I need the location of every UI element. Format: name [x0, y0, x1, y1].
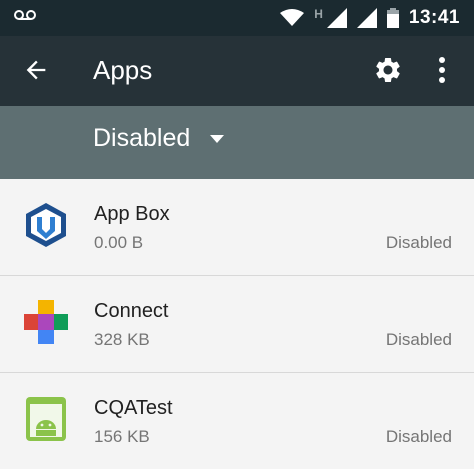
app-status: Disabled	[385, 330, 452, 349]
signal-icon	[326, 8, 347, 28]
app-name: App Box	[94, 203, 170, 225]
filter-selected-label: Disabled	[93, 124, 191, 152]
voicemail-icon	[14, 10, 36, 20]
gear-icon[interactable]	[373, 55, 403, 85]
page-title: Apps	[93, 55, 153, 85]
wifi-icon	[280, 9, 305, 26]
clock: 13:41	[408, 7, 460, 28]
app-name: Connect	[94, 300, 169, 322]
signal-icon-2	[356, 8, 377, 28]
filter-spinner[interactable]: Disabled	[93, 124, 225, 153]
battery-icon	[386, 8, 399, 28]
connect-icon	[24, 300, 68, 344]
android-icon	[26, 397, 66, 441]
app-list: App Box 0.00 B Disabled Connect 328 KB D…	[0, 179, 474, 469]
list-item[interactable]: Connect 328 KB Disabled	[0, 276, 474, 373]
app-name: CQATest	[94, 397, 173, 419]
app-box-icon	[26, 203, 66, 247]
status-bar: H 13:41	[0, 0, 474, 36]
app-size: 0.00 B	[94, 233, 144, 252]
filter-bar: Disabled	[0, 106, 474, 179]
app-status: Disabled	[385, 233, 452, 252]
arrow-back-icon[interactable]	[22, 56, 50, 84]
list-item[interactable]: CQATest 156 KB Disabled	[0, 373, 474, 469]
app-bar: Apps	[0, 36, 474, 106]
more-vert-icon[interactable]	[432, 55, 452, 85]
app-status: Disabled	[385, 427, 452, 446]
list-item[interactable]: App Box 0.00 B Disabled	[0, 179, 474, 276]
network-type-indicator: H	[314, 7, 323, 21]
dropdown-arrow-icon	[210, 134, 225, 143]
app-size: 156 KB	[94, 427, 150, 446]
app-size: 328 KB	[94, 330, 150, 349]
